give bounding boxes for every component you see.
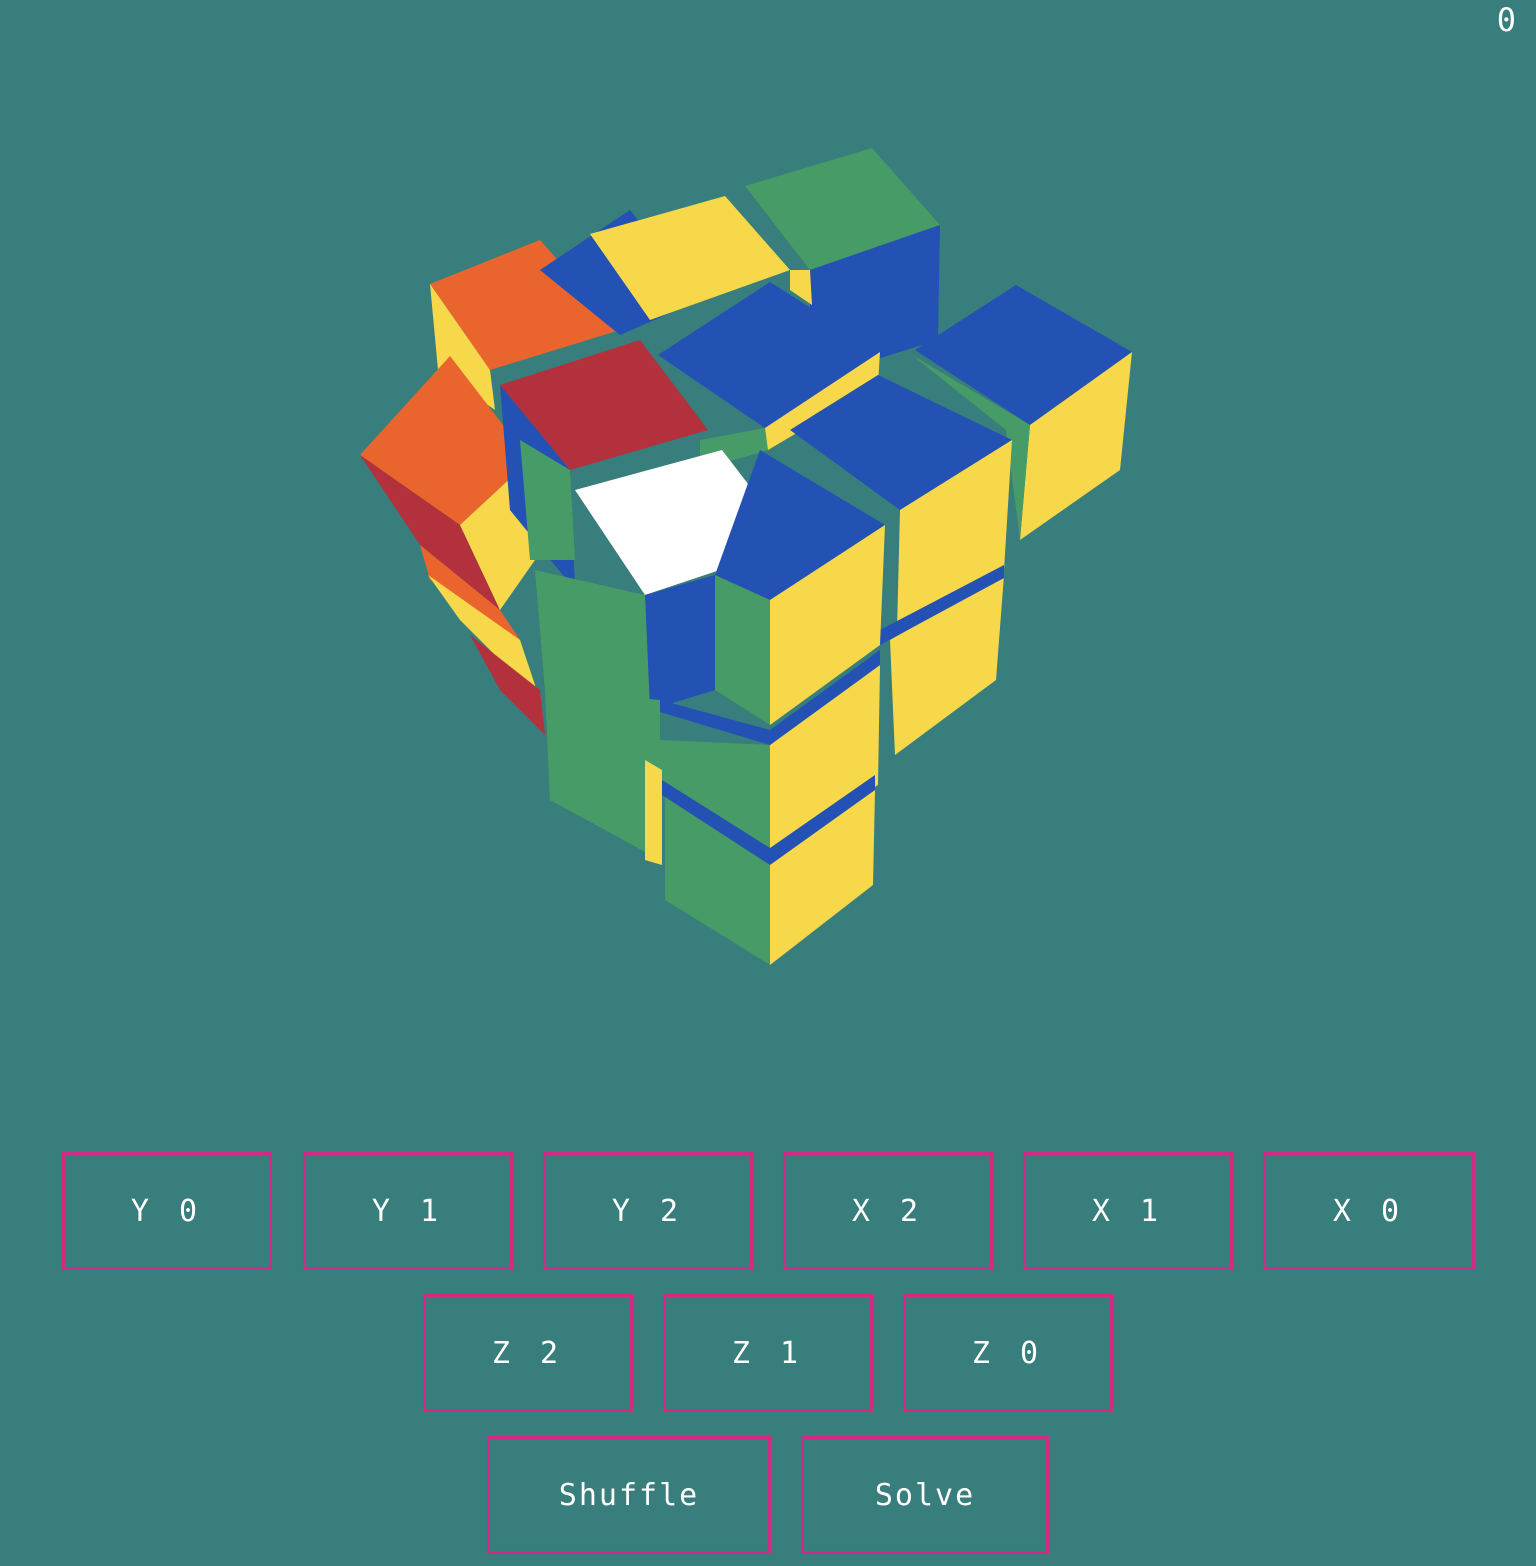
sticker — [715, 575, 770, 725]
sticker — [535, 570, 650, 710]
rotate-x2-button[interactable]: X 2 — [783, 1152, 993, 1270]
sticker — [545, 690, 660, 860]
solve-button[interactable]: Solve — [801, 1436, 1049, 1554]
sticker — [645, 575, 715, 710]
rubiks-cube-3d-view[interactable] — [0, 0, 1536, 1100]
sticker — [645, 760, 662, 865]
rotate-x1-button[interactable]: X 1 — [1023, 1152, 1233, 1270]
cube-center — [535, 450, 885, 725]
rotate-y1-button[interactable]: Y 1 — [303, 1152, 513, 1270]
rotate-y2-button[interactable]: Y 2 — [543, 1152, 753, 1270]
rotate-z2-button[interactable]: Z 2 — [423, 1294, 633, 1412]
rotate-y0-button[interactable]: Y 0 — [62, 1152, 272, 1270]
cube-lower — [545, 650, 880, 965]
rotate-x0-button[interactable]: X 0 — [1263, 1152, 1475, 1270]
shuffle-button[interactable]: Shuffle — [487, 1436, 771, 1554]
rotate-z0-button[interactable]: Z 0 — [903, 1294, 1113, 1412]
rotate-z1-button[interactable]: Z 1 — [663, 1294, 873, 1412]
